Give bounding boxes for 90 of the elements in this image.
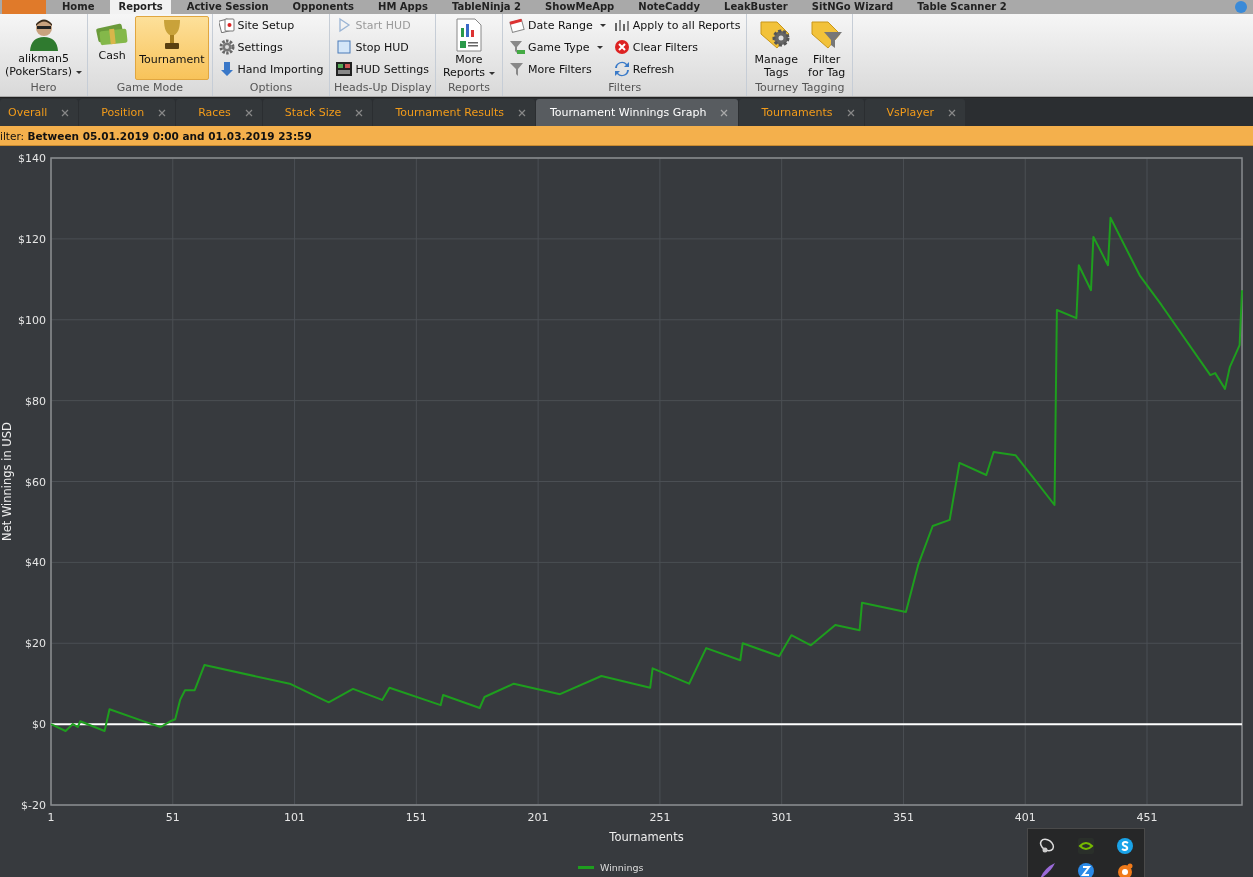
y-tick-label: $60 — [25, 475, 46, 489]
y-tick-label: $-20 — [21, 799, 46, 812]
report-tab[interactable]: Overall — [0, 99, 79, 127]
y-axis-title: Net Winnings in USD — [0, 422, 14, 541]
x-tick-label: 51 — [165, 811, 180, 824]
close-icon[interactable] — [948, 108, 957, 117]
menu-tab[interactable]: Home — [54, 0, 103, 14]
stop-icon — [336, 39, 353, 55]
ribbon-button[interactable]: Clear Filters — [610, 36, 744, 58]
close-icon[interactable] — [158, 108, 167, 117]
report-tab[interactable]: Position — [79, 99, 176, 127]
x-tick-label: 401 — [1014, 811, 1036, 824]
legend-label: Winnings — [600, 862, 644, 873]
menu-tab[interactable]: LeakBuster — [716, 0, 796, 14]
group-label: Filters — [607, 81, 643, 97]
y-tick-label: $40 — [25, 556, 46, 570]
x-tick-label: 151 — [405, 811, 427, 824]
x-tick-label: 301 — [771, 811, 793, 824]
y-tick-label: $20 — [25, 637, 46, 651]
close-icon[interactable] — [517, 108, 526, 117]
x-tick-label: 351 — [892, 811, 914, 824]
ribbon-button[interactable]: Date Range — [506, 14, 609, 36]
y-tick-label: $100 — [18, 313, 46, 327]
menu-tab[interactable]: ShowMeApp — [537, 0, 623, 14]
close-icon[interactable] — [355, 108, 364, 117]
close-icon[interactable] — [846, 108, 855, 117]
ribbon-button[interactable]: More Reports — [438, 16, 500, 81]
group-label: Reports — [446, 81, 492, 97]
legend-swatch — [578, 866, 594, 869]
menu-tab[interactable]: TableNinja 2 — [443, 0, 530, 14]
menu-tab[interactable]: NoteCaddy — [630, 0, 708, 14]
playing-cards-icon — [218, 17, 235, 33]
menu-tab[interactable]: Active Session — [178, 0, 277, 14]
report-tab[interactable]: Races — [176, 99, 262, 127]
eye-logo-icon[interactable] — [1077, 836, 1095, 855]
y-tick-label: $0 — [32, 718, 46, 732]
ribbon-button[interactable]: More Filters — [506, 58, 609, 80]
group-label: Heads-Up Display — [333, 81, 432, 97]
menu-tab[interactable]: Table Scanner 2 — [909, 0, 1015, 14]
report-tab[interactable]: Tournament Results — [373, 99, 535, 127]
ribbon-button[interactable]: Refresh — [610, 58, 744, 80]
x-tick-label: 251 — [649, 811, 671, 824]
group-label: Options — [248, 81, 294, 97]
bar-chart-icon — [613, 17, 630, 33]
filter-text: ilter: Between 05.01.2019 0:00 and 01.03.2019 23:59 — [0, 129, 312, 142]
funnel-icon — [509, 61, 526, 77]
close-icon[interactable] — [720, 108, 729, 117]
x-tick-label: 101 — [284, 811, 306, 824]
y-tick-label: $80 — [25, 394, 46, 408]
calendar-icon — [509, 17, 526, 33]
ribbon-button[interactable]: Stop HUD — [333, 36, 432, 58]
report-tab[interactable]: Stack Size — [262, 99, 373, 127]
ribbon-button[interactable]: Hand Importing — [215, 58, 327, 80]
report-tab[interactable]: VsPlayer — [864, 99, 966, 127]
ribbon-button[interactable]: Manage Tags — [750, 16, 803, 81]
ribbon-button[interactable]: Game Type — [506, 36, 609, 58]
close-icon[interactable] — [244, 108, 253, 117]
ribbon-button[interactable]: Tournament — [135, 16, 209, 80]
hud-panel-icon — [336, 61, 353, 77]
report-tab[interactable]: Tournament Winnings Graph — [535, 99, 739, 127]
settings-icon — [218, 39, 235, 55]
refresh-icon — [613, 61, 630, 77]
funnel-icon — [509, 39, 526, 55]
report-tab[interactable]: Tournaments — [739, 99, 864, 127]
menu-tab[interactable]: Reports — [110, 0, 171, 14]
group-label: Game Mode — [115, 81, 184, 97]
chat-bubble-icon[interactable] — [1115, 836, 1134, 855]
menu-tab[interactable]: Opponents — [284, 0, 363, 14]
close-icon[interactable] — [61, 108, 70, 117]
hero-selector[interactable]: alikman5 (PokerStars) — [3, 16, 85, 80]
x-tick-label: 1 — [47, 811, 55, 824]
menu-tab[interactable]: HM Apps — [370, 0, 436, 14]
group-label: Hero — [29, 81, 58, 97]
x-tick-label: 451 — [1136, 811, 1158, 824]
ribbon-button[interactable]: Cash — [91, 16, 134, 80]
y-tick-label: $120 — [18, 232, 46, 246]
ribbon-button[interactable]: Apply to all Reports — [610, 14, 744, 36]
group-label: Tourney Tagging — [754, 81, 846, 97]
feather-icon[interactable] — [1038, 861, 1057, 877]
x-tick-label: 201 — [527, 811, 549, 824]
report-document-icon — [455, 18, 483, 52]
ribbon-button[interactable]: Site Setup — [215, 14, 327, 36]
y-tick-label: $140 — [18, 152, 46, 165]
ribbon-button[interactable]: Settings — [215, 36, 327, 58]
menu-tab[interactable]: SitNGo Wizard — [803, 0, 902, 14]
ribbon-button[interactable]: Filter for Tag — [804, 16, 850, 81]
satellite-dish-icon[interactable] — [1038, 836, 1057, 855]
close-icon — [613, 39, 630, 55]
ribbon-button[interactable]: HUD Settings — [333, 58, 432, 80]
x-axis-title: Tournaments — [609, 830, 684, 844]
